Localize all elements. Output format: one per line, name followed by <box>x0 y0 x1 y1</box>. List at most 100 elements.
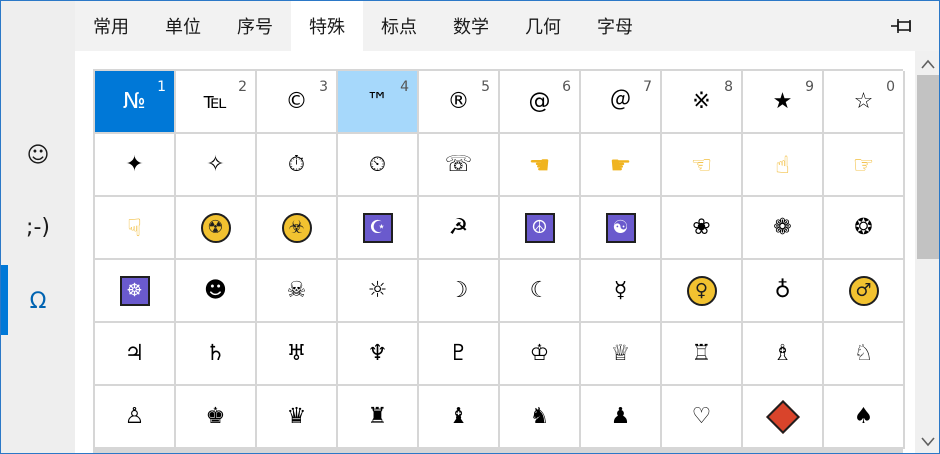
symbol-cell[interactable]: ♖ <box>662 323 743 386</box>
symbol-glyph: ♛ <box>286 403 307 429</box>
symbol-cell[interactable]: ⏱ <box>257 134 338 197</box>
symbol-cell[interactable]: ♙ <box>95 386 176 449</box>
symbol-cell[interactable]: ♛ <box>257 386 338 449</box>
symbol-cell[interactable]: ❁ <box>743 197 824 260</box>
symbol-cell[interactable]: ♄ <box>176 323 257 386</box>
symbol-glyph: ☻ <box>204 277 227 303</box>
tab-letters[interactable]: 字母 <box>579 1 651 51</box>
symbol-cell[interactable]: ♂ <box>824 260 905 323</box>
symbol-cell[interactable]: ☯ <box>581 197 662 260</box>
symbol-cell[interactable]: ⏲ <box>338 134 419 197</box>
symbol-cell[interactable] <box>743 386 824 449</box>
symbol-cell[interactable]: ☸ <box>95 260 176 323</box>
symbol-glyph: ⏱ <box>287 151 306 177</box>
tab-units[interactable]: 单位 <box>147 1 219 51</box>
symbol-glyph: ™ <box>366 88 389 114</box>
symbol-glyph: © <box>285 88 308 114</box>
tab-punctuation[interactable]: 标点 <box>363 1 435 51</box>
symbol-cell[interactable]: ♔ <box>500 323 581 386</box>
rail-symbols-button[interactable]: Ω <box>1 265 75 337</box>
symbol-cell[interactable]: ☭ <box>419 197 500 260</box>
symbol-cell[interactable]: ☝ <box>743 134 824 197</box>
symbol-cell[interactable]: ♀ <box>662 260 743 323</box>
symbol-cell[interactable]: ♝ <box>419 386 500 449</box>
symbol-cell[interactable]: ♟ <box>581 386 662 449</box>
rail-emoji-button[interactable]: ☺ <box>1 119 75 191</box>
symbol-cell[interactable]: ☏ <box>419 134 500 197</box>
scrollbar-thumb[interactable] <box>917 75 939 259</box>
symbol-cell[interactable]: ☆ 0 <box>824 71 905 134</box>
symbol-cell[interactable]: © 3 <box>257 71 338 134</box>
symbol-cell[interactable]: ☿ <box>581 260 662 323</box>
shortcut-number: 6 <box>562 79 571 95</box>
symbol-glyph: ☟ <box>127 213 142 242</box>
tab-math[interactable]: 数学 <box>435 1 507 51</box>
symbol-cell[interactable]: ♕ <box>581 323 662 386</box>
symbol-cell[interactable]: ♡ <box>662 386 743 449</box>
symbol-cell[interactable]: ® 5 <box>419 71 500 134</box>
vertical-scrollbar[interactable] <box>915 51 939 453</box>
symbol-glyph: ☯ <box>605 212 636 243</box>
symbol-cell[interactable]: ♚ <box>176 386 257 449</box>
shortcut-number: 1 <box>157 79 166 95</box>
symbol-cell[interactable]: ☞ <box>824 134 905 197</box>
rail-kaomoji-button[interactable]: ;-) <box>1 191 75 263</box>
symbol-cell[interactable]: ☜ <box>662 134 743 197</box>
symbol-glyph: ☣ <box>281 212 312 243</box>
symbol-cell[interactable]: ℡ 2 <box>176 71 257 134</box>
symbol-cell[interactable]: ★ 9 <box>743 71 824 134</box>
symbol-cell[interactable]: ♘ <box>824 323 905 386</box>
symbol-cell[interactable]: ☪ <box>338 197 419 260</box>
symbol-glyph: ☆ <box>853 88 874 114</box>
scroll-up-button[interactable] <box>915 53 939 75</box>
symbol-cell[interactable]: ＠ 7 <box>581 71 662 134</box>
symbol-cell[interactable]: ☛ <box>581 134 662 197</box>
symbol-cell[interactable]: ♁ <box>743 260 824 323</box>
symbol-glyph: ♡ <box>691 403 712 429</box>
symbol-cell[interactable]: ☼ <box>338 260 419 323</box>
tab-geometry[interactable]: 几何 <box>507 1 579 51</box>
symbol-cell[interactable]: ☚ <box>500 134 581 197</box>
tab-common[interactable]: 常用 <box>75 1 147 51</box>
symbol-cell[interactable]: ☣ <box>257 197 338 260</box>
symbol-cell[interactable]: ♜ <box>338 386 419 449</box>
symbol-cell[interactable]: ™ 4 <box>338 71 419 134</box>
shortcut-number: 8 <box>724 79 733 95</box>
symbol-cell[interactable]: ♆ <box>338 323 419 386</box>
symbol-cell[interactable]: @6 <box>500 71 581 134</box>
symbol-cell[interactable]: ☻ <box>176 260 257 323</box>
tab-ordinals[interactable]: 序号 <box>219 1 291 51</box>
shortcut-number: 7 <box>643 79 652 95</box>
symbol-glyph: ♟ <box>610 403 631 429</box>
symbol-cell[interactable]: ※ 8 <box>662 71 743 134</box>
symbol-glyph: ★ <box>772 88 793 114</box>
symbol-cell[interactable]: № 1 <box>95 71 176 134</box>
symbol-cell[interactable]: ♇ <box>419 323 500 386</box>
category-tabs: 常用 单位 序号 特殊 标点 数学 几何 字母 <box>75 1 939 51</box>
symbol-cell[interactable]: ❀ <box>662 197 743 260</box>
tab-special[interactable]: 特殊 <box>291 1 363 51</box>
symbol-glyph: ☮ <box>524 212 555 243</box>
symbol-cell[interactable]: ☢ <box>176 197 257 260</box>
symbol-glyph: ☼ <box>367 277 388 303</box>
pin-button[interactable] <box>887 13 919 39</box>
symbol-cell[interactable]: ♃ <box>95 323 176 386</box>
symbol-cell[interactable]: ☮ <box>500 197 581 260</box>
symbol-glyph: ♘ <box>853 340 874 366</box>
symbol-cell[interactable]: ♠ <box>824 386 905 449</box>
scroll-down-button[interactable] <box>915 431 939 453</box>
diamond-suit-icon <box>765 399 800 434</box>
symbol-cell[interactable]: ☠ <box>257 260 338 323</box>
symbol-cell[interactable]: ☟ <box>95 197 176 260</box>
symbol-glyph: ♀ <box>686 275 717 306</box>
symbol-glyph: ☝ <box>775 150 790 179</box>
symbol-cell[interactable]: ❂ <box>824 197 905 260</box>
symbol-cell[interactable]: ♞ <box>500 386 581 449</box>
symbol-glyph: ℡ <box>203 88 228 114</box>
symbol-cell[interactable]: ☽ <box>419 260 500 323</box>
symbol-cell[interactable]: ♅ <box>257 323 338 386</box>
symbol-cell[interactable]: ☾ <box>500 260 581 323</box>
symbol-cell[interactable]: ✧ <box>176 134 257 197</box>
symbol-cell[interactable]: ♗ <box>743 323 824 386</box>
symbol-cell[interactable]: ✦ <box>95 134 176 197</box>
